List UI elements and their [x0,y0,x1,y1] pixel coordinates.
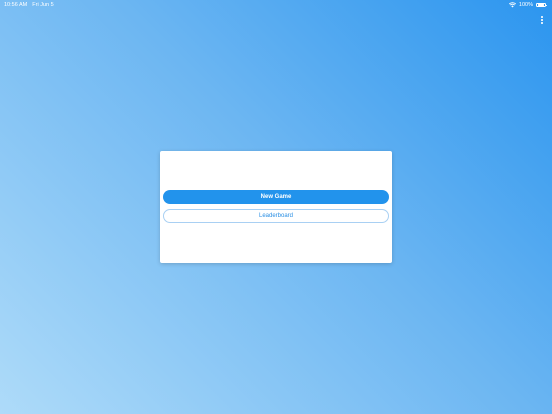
app-screen: 10:56 AM Fri Jun 5 100% New Game Leaderb… [0,0,552,414]
menu-card: New Game Leaderboard [160,151,392,263]
status-left: 10:56 AM Fri Jun 5 [4,0,54,10]
status-date: Fri Jun 5 [32,2,54,8]
battery-icon [536,2,548,8]
more-vertical-icon [541,15,543,18]
battery-percent: 100% [518,2,533,8]
status-bar: 10:56 AM Fri Jun 5 100% [0,0,552,10]
status-time: 10:56 AM [4,2,28,8]
leaderboard-button[interactable]: Leaderboard [163,209,389,223]
status-right: 100% [508,0,548,10]
new-game-button[interactable]: New Game [163,190,389,204]
wifi-icon [508,2,516,8]
more-options-button[interactable] [538,13,546,27]
